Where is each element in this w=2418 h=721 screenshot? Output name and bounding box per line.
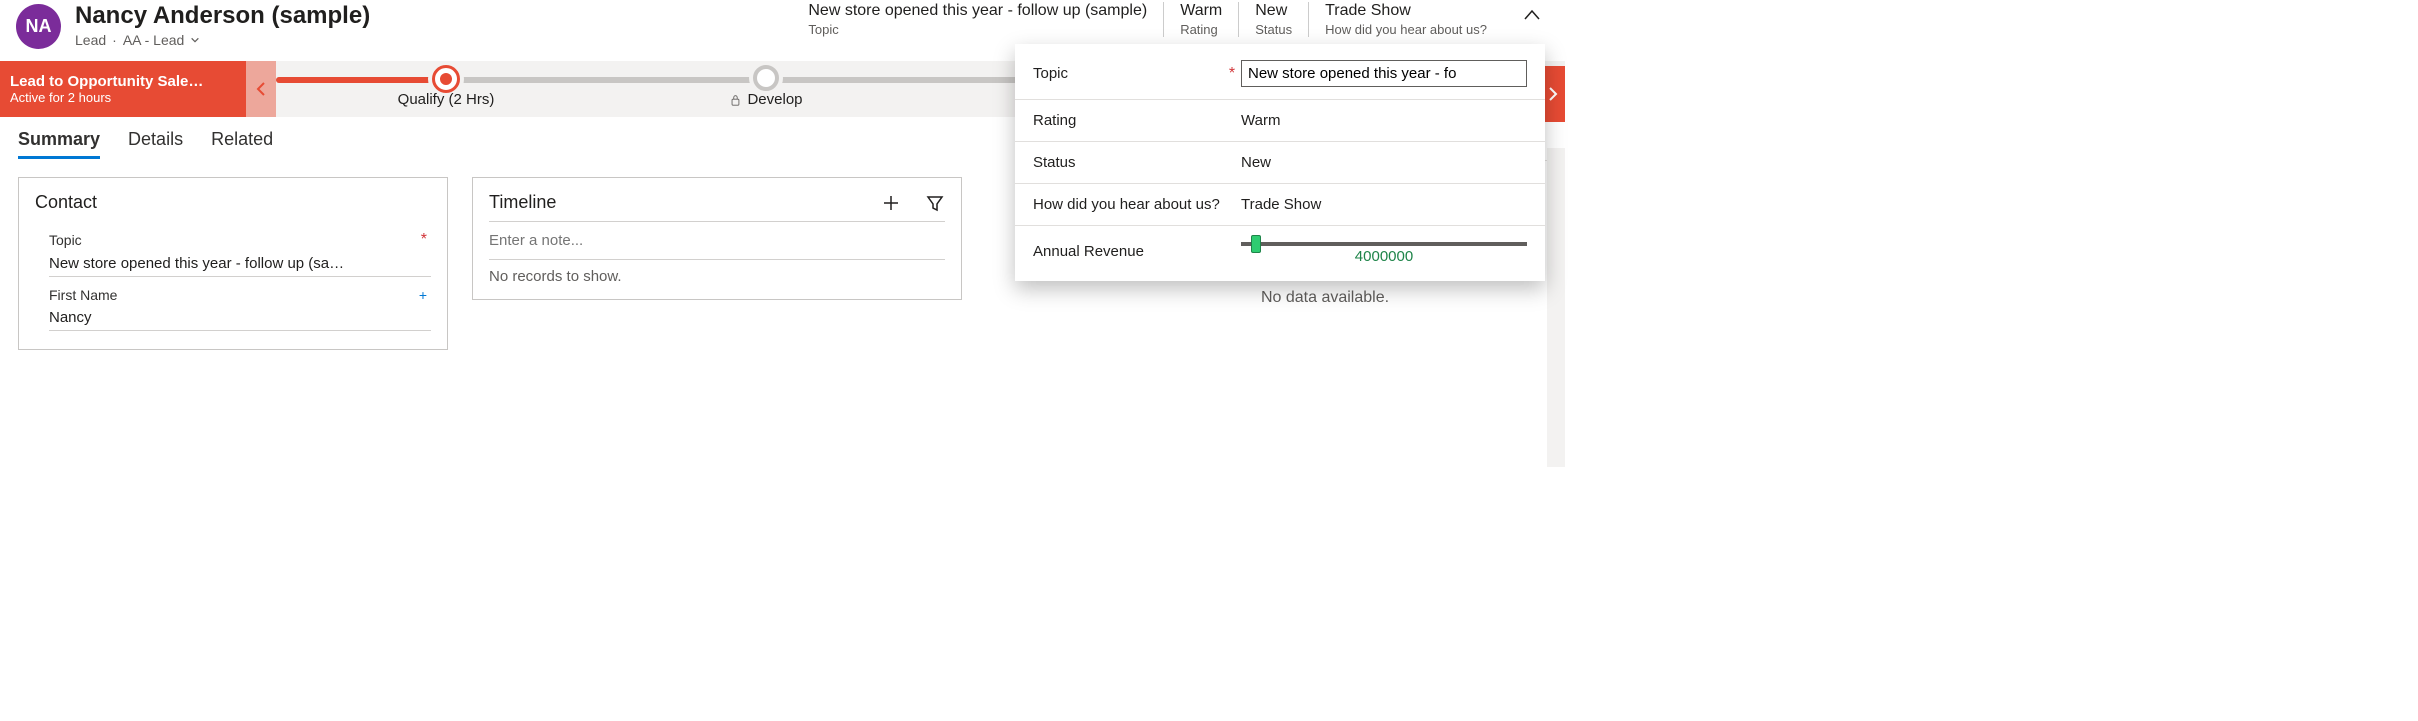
- tab-summary[interactable]: Summary: [18, 129, 100, 159]
- avatar: NA: [16, 4, 61, 49]
- track-progress: [276, 77, 446, 83]
- field-topic-label-row: Topic *: [49, 231, 431, 249]
- header-collapse-button[interactable]: [1515, 2, 1549, 31]
- field-topic-label: Topic: [49, 232, 82, 248]
- stage-label: Develop: [729, 91, 802, 108]
- form-selector-label: AA - Lead: [123, 32, 185, 48]
- record-title: Nancy Anderson (sample): [75, 2, 435, 30]
- field-firstname: First Name + Nancy: [35, 281, 431, 335]
- flyout-topic-label: Topic: [1033, 65, 1223, 82]
- flyout-source-value: Trade Show: [1241, 196, 1527, 213]
- flyout-topic-row: Topic *: [1015, 48, 1545, 100]
- required-indicator: *: [421, 231, 431, 249]
- header-field-value: Trade Show: [1325, 2, 1487, 20]
- chevron-up-icon: [1523, 8, 1541, 22]
- timeline-note-input[interactable]: [489, 222, 945, 260]
- lock-icon: [729, 94, 741, 106]
- flyout-source-row[interactable]: How did you hear about us? Trade Show: [1015, 184, 1545, 226]
- slider-value: 4000000: [1241, 248, 1527, 265]
- flyout-status-row[interactable]: Status New: [1015, 142, 1545, 184]
- stage-label: Qualify (2 Hrs): [398, 91, 495, 108]
- stage-label-text: Develop: [747, 91, 802, 108]
- field-topic-value[interactable]: New store opened this year - follow up (…: [49, 249, 431, 277]
- header-field-label: Status: [1255, 22, 1292, 37]
- inactive-stage-icon: [753, 65, 779, 91]
- header-edit-flyout: Topic * Rating Warm Status New How did y…: [1015, 44, 1545, 281]
- header-field-rating[interactable]: Warm Rating: [1163, 2, 1238, 37]
- field-firstname-label: First Name: [49, 287, 117, 303]
- add-icon[interactable]: [881, 193, 901, 213]
- timeline-section: Timeline No records to show.: [472, 177, 962, 300]
- chevron-down-icon: [190, 35, 200, 45]
- process-flow-title: Lead to Opportunity Sale…: [10, 73, 236, 90]
- flyout-topic-input[interactable]: [1241, 60, 1527, 87]
- process-flow-duration: Active for 2 hours: [10, 90, 236, 105]
- process-prev-button[interactable]: [246, 61, 276, 117]
- separator-dot: ·: [112, 32, 117, 48]
- record-header: NA Nancy Anderson (sample) Lead · AA - L…: [0, 0, 1565, 49]
- header-field-topic[interactable]: New store opened this year - follow up (…: [792, 2, 1163, 37]
- header-field-value: New store opened this year - follow up (…: [808, 2, 1147, 20]
- contact-section-title: Contact: [35, 192, 431, 213]
- process-flow-name[interactable]: Lead to Opportunity Sale… Active for 2 h…: [0, 61, 246, 117]
- timeline-header: Timeline: [489, 192, 945, 222]
- flyout-revenue-row: Annual Revenue 4000000: [1015, 226, 1545, 277]
- header-field-value: Warm: [1180, 2, 1222, 20]
- header-field-source[interactable]: Trade Show How did you hear about us?: [1308, 2, 1503, 37]
- flyout-status-value: New: [1241, 154, 1527, 171]
- active-stage-icon: [432, 65, 460, 93]
- field-topic: Topic * New store opened this year - fol…: [35, 225, 431, 281]
- flyout-rating-value: Warm: [1241, 112, 1527, 129]
- revenue-slider[interactable]: 4000000: [1241, 238, 1527, 265]
- contact-section: Contact Topic * New store opened this ye…: [18, 177, 448, 350]
- title-block: Nancy Anderson (sample) Lead · AA - Lead: [75, 2, 435, 48]
- header-field-label: Topic: [808, 22, 1147, 37]
- required-indicator: *: [1223, 65, 1241, 83]
- tab-related[interactable]: Related: [211, 129, 273, 159]
- flyout-rating-label: Rating: [1033, 112, 1223, 129]
- recommended-indicator: +: [419, 287, 431, 303]
- timeline-actions: [881, 193, 945, 213]
- field-firstname-value[interactable]: Nancy: [49, 303, 431, 331]
- flyout-revenue-label: Annual Revenue: [1033, 243, 1223, 260]
- timeline-empty-text: No records to show.: [489, 260, 945, 285]
- slider-thumb[interactable]: [1251, 235, 1261, 253]
- header-field-label: Rating: [1180, 22, 1222, 37]
- filter-icon[interactable]: [925, 193, 945, 213]
- slider-track[interactable]: [1241, 242, 1527, 246]
- header-field-status[interactable]: New Status: [1238, 2, 1308, 37]
- field-firstname-label-row: First Name +: [49, 287, 431, 303]
- record-subtitle[interactable]: Lead · AA - Lead: [75, 32, 435, 48]
- tab-details[interactable]: Details: [128, 129, 183, 159]
- flyout-rating-row[interactable]: Rating Warm: [1015, 100, 1545, 142]
- flyout-status-label: Status: [1033, 154, 1223, 171]
- header-field-value: New: [1255, 2, 1292, 20]
- flyout-source-label: How did you hear about us?: [1033, 196, 1223, 213]
- chevron-right-icon: [1548, 86, 1558, 102]
- header-fields: New store opened this year - follow up (…: [792, 2, 1549, 37]
- entity-label: Lead: [75, 32, 106, 48]
- header-field-label: How did you hear about us?: [1325, 22, 1487, 37]
- chevron-left-icon: [256, 81, 266, 97]
- vertical-scrollbar[interactable]: [1547, 148, 1565, 467]
- timeline-title: Timeline: [489, 192, 556, 213]
